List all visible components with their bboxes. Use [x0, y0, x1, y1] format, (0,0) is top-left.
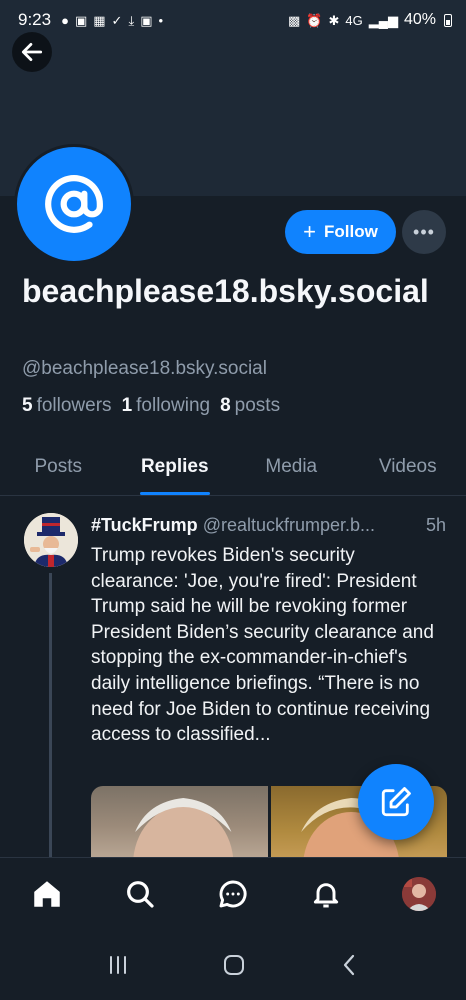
- instagram-icon-2: ▣: [140, 12, 153, 28]
- bottom-navigation: [0, 857, 466, 929]
- profile-tabs: Posts Replies Media Videos: [0, 438, 466, 496]
- tab-media[interactable]: Media: [233, 438, 350, 495]
- thread-line: [49, 573, 52, 857]
- lock-icon: ▩: [288, 12, 301, 28]
- status-right: ▩ ⏰ ✱ 4G ▂▄▆ 40%: [288, 11, 452, 29]
- post-author-avatar[interactable]: [24, 513, 78, 567]
- tab-videos[interactable]: Videos: [350, 438, 466, 495]
- user-avatar-icon: [402, 876, 437, 911]
- calendar-icon: ▦: [93, 12, 106, 28]
- more-options-button[interactable]: •••: [402, 210, 446, 254]
- battery-icon: [444, 13, 452, 27]
- display-name: beachplease18.bsky.social: [22, 273, 429, 309]
- back-nav-icon[interactable]: [338, 953, 360, 977]
- post-author-handle[interactable]: @realtuckfrumper.b...: [203, 515, 375, 535]
- bell-icon: [314, 882, 339, 907]
- recent-apps-icon[interactable]: [106, 954, 130, 976]
- status-time: 9:23: [18, 10, 52, 29]
- check-icon: ✓: [111, 12, 123, 28]
- instagram-icon: ▣: [74, 12, 88, 28]
- photo-biden: [133, 798, 234, 857]
- post-header: #TuckFrump @realtuckfrumper.b...: [91, 515, 453, 536]
- follow-button[interactable]: + Follow: [285, 210, 396, 254]
- profile-handle: @beachplease18.bsky.social: [22, 358, 267, 379]
- nav-chat[interactable]: [203, 864, 263, 924]
- status-left: 9:23 ● ▣ ▦ ✓ ⤓ ▣ •: [18, 10, 163, 30]
- profile-avatar[interactable]: [14, 144, 134, 264]
- bluetooth-icon: ✱: [328, 12, 340, 28]
- nav-notifications[interactable]: [296, 864, 356, 924]
- post-author-name[interactable]: #TuckFrump: [91, 515, 198, 535]
- nav-search[interactable]: [110, 864, 170, 924]
- followers-count: 5: [22, 395, 33, 416]
- home-icon: [33, 880, 60, 907]
- following-label: following: [136, 395, 211, 416]
- followers-stat[interactable]: 5 followers: [22, 395, 112, 417]
- tab-posts[interactable]: Posts: [0, 438, 117, 495]
- posts-stat: 8 posts: [220, 395, 280, 417]
- followers-label: followers: [36, 395, 112, 416]
- uncle-sam-avatar-icon: [24, 513, 78, 567]
- post-image-biden[interactable]: [91, 786, 268, 857]
- profile-stats: 5 followers 1 following 8 posts: [22, 395, 280, 417]
- nav-profile[interactable]: [389, 864, 449, 924]
- signal-icon: ▂▄▆: [368, 12, 398, 28]
- posts-count: 8: [220, 395, 231, 416]
- alarm-icon: ⏰: [306, 12, 323, 28]
- following-count: 1: [121, 395, 133, 416]
- chat-icon: [219, 880, 247, 907]
- tab-replies[interactable]: Replies: [117, 438, 234, 495]
- posts-label: posts: [234, 395, 281, 416]
- post-timestamp: 5h: [422, 515, 446, 536]
- network-icon: 4G: [345, 12, 363, 28]
- home-button-icon[interactable]: [222, 953, 246, 977]
- arrow-left-icon: [21, 43, 43, 61]
- at-sign-icon: [45, 175, 103, 233]
- search-icon: [126, 880, 154, 908]
- battery-percent: 40%: [403, 11, 436, 28]
- nav-home[interactable]: [17, 864, 77, 924]
- plus-icon: +: [303, 219, 317, 244]
- message-icon: ●: [61, 12, 69, 28]
- profile-avatar-small: [402, 876, 437, 911]
- status-bar: 9:23 ● ▣ ▦ ✓ ⤓ ▣ • ▩ ⏰ ✱ 4G ▂▄▆ 40%: [0, 0, 466, 40]
- following-stat[interactable]: 1 following: [122, 395, 211, 417]
- dot-icon: •: [158, 12, 164, 28]
- post-text: Trump revokes Biden's security clearance…: [91, 545, 434, 746]
- follow-label: Follow: [324, 222, 378, 241]
- ellipsis-icon: •••: [413, 221, 435, 242]
- system-navigation: [0, 929, 466, 1000]
- download-icon: ⤓: [128, 12, 135, 28]
- compose-button[interactable]: [358, 764, 434, 840]
- compose-pencil-icon: [381, 787, 411, 817]
